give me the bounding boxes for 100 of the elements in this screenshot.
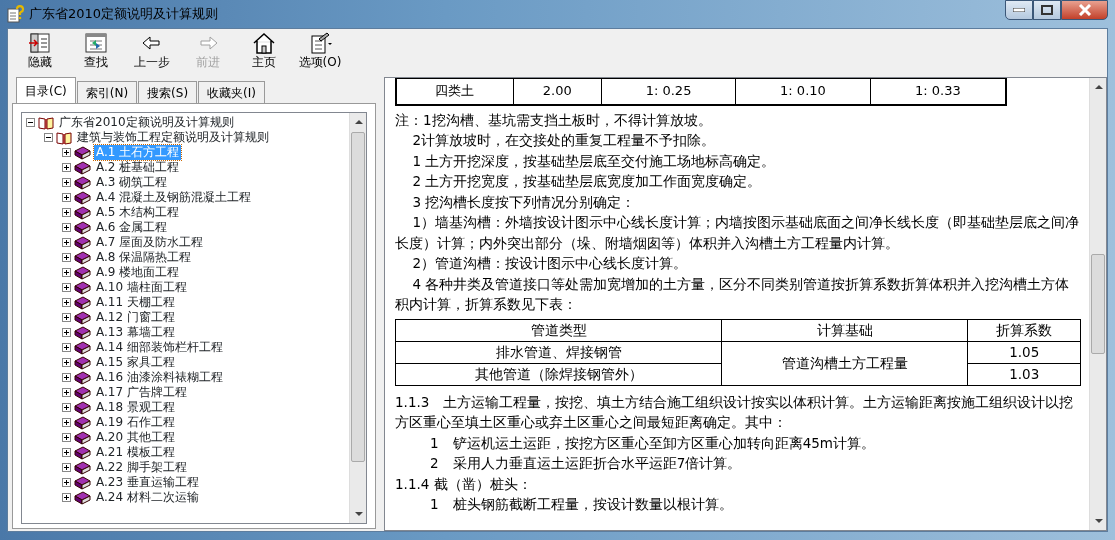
expand-icon[interactable]	[62, 343, 71, 352]
book-icon	[74, 415, 91, 430]
expand-icon[interactable]	[62, 388, 71, 397]
tree-item[interactable]: 建筑与装饰工程定额说明及计算规则	[75, 130, 271, 145]
expand-icon[interactable]	[62, 373, 71, 382]
find-button[interactable]: 查找	[68, 31, 124, 69]
tree-item[interactable]: A.7 屋面及防水工程	[94, 235, 206, 250]
expand-icon[interactable]	[62, 223, 71, 232]
expand-icon[interactable]	[62, 253, 71, 262]
tree-item[interactable]: A.3 砌筑工程	[94, 175, 170, 190]
scrollbar[interactable]	[349, 113, 366, 523]
expand-icon[interactable]	[62, 433, 71, 442]
table-cell: 其他管道（除焊接钢管外）	[395, 363, 722, 385]
scrollbar[interactable]	[1089, 78, 1106, 530]
book-icon	[74, 355, 91, 370]
tree-item[interactable]: A.9 楼地面工程	[94, 265, 182, 280]
expand-icon[interactable]	[62, 358, 71, 367]
expand-icon[interactable]	[62, 208, 71, 217]
book-icon	[74, 310, 91, 325]
paragraph: 2 采用人力垂直运土运距折合水平运距7倍计算。	[429, 454, 743, 473]
tree-item[interactable]: A.15 家具工程	[94, 355, 177, 370]
book-icon	[74, 160, 91, 175]
expand-icon[interactable]	[62, 178, 71, 187]
tree-item[interactable]: A.20 其他工程	[94, 430, 177, 445]
expand-icon[interactable]	[62, 463, 71, 472]
column-header: 管道类型	[395, 319, 722, 341]
tree-item[interactable]: A.17 广告牌工程	[94, 385, 189, 400]
tab[interactable]: 收藏夹(I)	[198, 81, 265, 103]
tree-item[interactable]: A.13 幕墙工程	[94, 325, 177, 340]
tree-item[interactable]: A.23 垂直运输工程	[94, 475, 201, 490]
minimize-button[interactable]	[1005, 0, 1033, 20]
paragraph: 3 挖沟槽长度按下列情况分别确定：	[411, 192, 637, 212]
expand-icon[interactable]	[62, 283, 71, 292]
book-icon	[74, 220, 91, 235]
collapse-icon[interactable]	[44, 133, 53, 142]
tree-item[interactable]: A.11 天棚工程	[94, 295, 177, 310]
tab[interactable]: 索引(N)	[76, 81, 138, 103]
expand-icon[interactable]	[62, 193, 71, 202]
book-icon	[74, 400, 91, 415]
book-icon	[74, 265, 91, 280]
tab[interactable]: 搜索(S)	[138, 81, 198, 103]
tree-item[interactable]: A.19 石作工程	[94, 415, 177, 430]
paragraph: 1 铲运机运土运距，按挖方区重心至卸方区重心加转向距离45m计算。	[429, 433, 876, 453]
collapse-icon[interactable]	[26, 118, 35, 127]
tree-item[interactable]: A.24 材料二次运输	[94, 490, 201, 505]
home-button[interactable]: 主页	[236, 31, 292, 69]
expand-icon[interactable]	[62, 328, 71, 337]
scroll-thumb[interactable]	[1091, 254, 1105, 354]
tree-item[interactable]: A.2 桩基础工程	[94, 160, 182, 175]
book-icon	[74, 250, 91, 265]
clipboard-button[interactable]: 选项(O)	[292, 31, 348, 69]
column-header: 计算基础	[721, 319, 968, 341]
minimize-icon	[1013, 8, 1025, 12]
tree-item[interactable]: A.5 木结构工程	[94, 205, 182, 220]
panel-button[interactable]: 隐藏	[12, 31, 68, 69]
tree-item[interactable]: A.8 保温隔热工程	[94, 250, 194, 265]
expand-icon[interactable]	[62, 148, 71, 157]
paragraph: 2）管道沟槽：按设计图示中心线长度计算。	[411, 254, 689, 273]
expand-icon[interactable]	[62, 478, 71, 487]
expand-icon[interactable]	[62, 493, 71, 502]
book-icon	[74, 340, 91, 355]
close-button[interactable]	[1061, 0, 1108, 20]
tab[interactable]: 目录(C)	[16, 77, 76, 103]
scroll-thumb[interactable]	[351, 132, 365, 462]
table-cell: 1.03	[967, 363, 1081, 385]
tree-item[interactable]: A.6 金属工程	[94, 220, 170, 235]
table-cell: 1: 0.25	[601, 78, 736, 105]
paragraph: 1 桩头钢筋截断工程量，按设计数量以根计算。	[429, 495, 734, 514]
tree-item[interactable]: A.14 细部装饰栏杆工程	[94, 340, 225, 355]
book-icon	[74, 490, 91, 505]
expand-icon[interactable]	[62, 403, 71, 412]
tree-item[interactable]: A.22 脚手架工程	[94, 460, 189, 475]
tree-item[interactable]: A.21 模板工程	[94, 445, 177, 460]
book-icon	[74, 175, 91, 190]
paragraph: 1.1.3 土方运输工程量，按挖、填土方结合施工组织设计按实以体积计算。土方运输距离按施工组织设计以挖方区重心至填土区重心或弃土区重心之间最短距离确定。其中：	[395, 392, 1075, 432]
expand-icon[interactable]	[62, 268, 71, 277]
paragraph: 注：1挖沟槽、基坑需支挡土板时，不得计算放坡。	[395, 110, 713, 130]
paragraph: 2 土方开挖宽度，按基础垫层底宽度加工作面宽度确定。	[411, 172, 763, 191]
expand-icon[interactable]	[62, 298, 71, 307]
expand-icon[interactable]	[62, 238, 71, 247]
tree-item[interactable]: A.4 混凝土及钢筋混凝土工程	[94, 190, 254, 205]
tree-item[interactable]: A.10 墙柱面工程	[94, 280, 189, 295]
expand-icon[interactable]	[62, 313, 71, 322]
paragraph: 1.1.4 截（凿）桩头：	[395, 474, 533, 494]
tree-item[interactable]: A.12 门窗工程	[94, 310, 177, 325]
table-cell: 1: 0.10	[735, 78, 871, 105]
book-icon	[74, 190, 91, 205]
table-cell: 1.05	[967, 341, 1081, 363]
expand-icon[interactable]	[62, 163, 71, 172]
book-icon	[74, 370, 91, 385]
expand-icon[interactable]	[62, 418, 71, 427]
arrow-left-button[interactable]: 上一步	[124, 31, 180, 69]
tree-item[interactable]: 广东省2010定额说明及计算规则	[57, 115, 236, 130]
help-file-icon	[7, 5, 25, 23]
expand-icon[interactable]	[62, 448, 71, 457]
tree-item[interactable]: A.18 景观工程	[94, 400, 177, 415]
book-icon	[74, 475, 91, 490]
maximize-button[interactable]	[1033, 0, 1061, 20]
table-cell: 管道沟槽土方工程量	[721, 341, 968, 385]
tree-item[interactable]: A.16 油漆涂料裱糊工程	[94, 370, 225, 385]
